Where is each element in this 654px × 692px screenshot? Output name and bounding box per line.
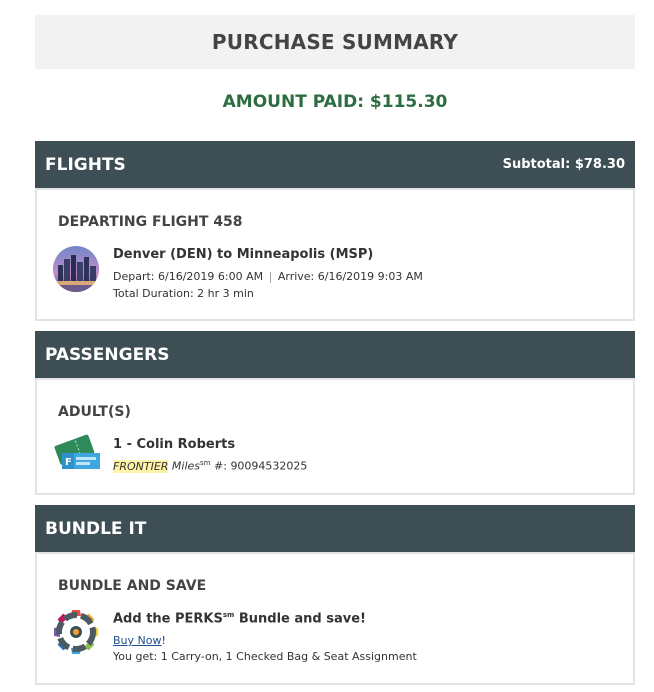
bundle-includes: You get: 1 Carry-on, 1 Checked Bag & Sea… <box>113 650 417 663</box>
bundle-title: BUNDLE AND SAVE <box>58 578 207 594</box>
bundle-offer-suffix: Bundle and save! <box>238 611 366 627</box>
arrive-time: Arrive: 6/16/2019 9:03 AM <box>277 270 423 283</box>
flight-times: Depart: 6/16/2019 6:00 AM | Arrive: 6/16… <box>113 270 423 283</box>
passengers-header-title: PASSENGERS <box>45 344 170 365</box>
passengers-header: PASSENGERS <box>35 331 635 378</box>
passengers-card: ADULT(S) F 1 - Colin Roberts FRONTIER Mi… <box>35 378 635 495</box>
flight-title: DEPARTING FLIGHT 458 <box>58 214 243 230</box>
passenger-name: 1 - Colin Roberts <box>113 437 236 452</box>
bundle-header-title: BUNDLE IT <box>45 518 147 539</box>
frequent-flyer-line: FRONTIER Milessm #: 90094532025 <box>113 459 307 473</box>
flight-duration: Total Duration: 2 hr 3 min <box>113 287 254 300</box>
purchase-summary-title: PURCHASE SUMMARY <box>35 15 635 69</box>
buy-now-line: Buy Now! <box>113 634 166 647</box>
bundle-offer-prefix: Add the PERKS <box>113 611 223 627</box>
miles-label: Miles <box>171 459 201 473</box>
miles-service-mark: sm <box>200 459 211 467</box>
bundle-offer: Add the PERKSsm Bundle and save! <box>113 611 366 626</box>
member-number-label: #: <box>214 459 227 473</box>
bundle-header: BUNDLE IT <box>35 505 635 552</box>
flight-route: Denver (DEN) to Minneapolis (MSP) <box>113 247 374 262</box>
perks-service-mark: sm <box>222 611 235 619</box>
city-skyline-icon <box>52 245 100 293</box>
flight-card: DEPARTING FLIGHT 458 Denver (DEN) to Min… <box>35 188 635 321</box>
amount-paid: AMOUNT PAID: $115.30 <box>222 92 448 112</box>
svg-text:F: F <box>65 457 72 468</box>
frontier-brand: FRONTIER <box>113 459 169 473</box>
gear-bundle-icon <box>52 608 100 656</box>
depart-time: Depart: 6/16/2019 6:00 AM <box>113 270 264 283</box>
flights-header-title: FLIGHTS <box>45 154 126 175</box>
flights-subtotal: Subtotal: $78.30 <box>502 157 625 172</box>
buy-now-exclaim: ! <box>161 634 166 647</box>
time-separator: | <box>268 270 273 283</box>
boarding-pass-icon: F <box>52 433 102 475</box>
buy-now-link[interactable]: Buy Now <box>113 634 161 647</box>
member-number: 90094532025 <box>230 459 308 473</box>
adults-title: ADULT(S) <box>58 404 131 420</box>
bundle-card: BUNDLE AND SAVE Add the PERKSsm Bundle a… <box>35 552 635 685</box>
flights-header: FLIGHTS Subtotal: $78.30 <box>35 141 635 188</box>
